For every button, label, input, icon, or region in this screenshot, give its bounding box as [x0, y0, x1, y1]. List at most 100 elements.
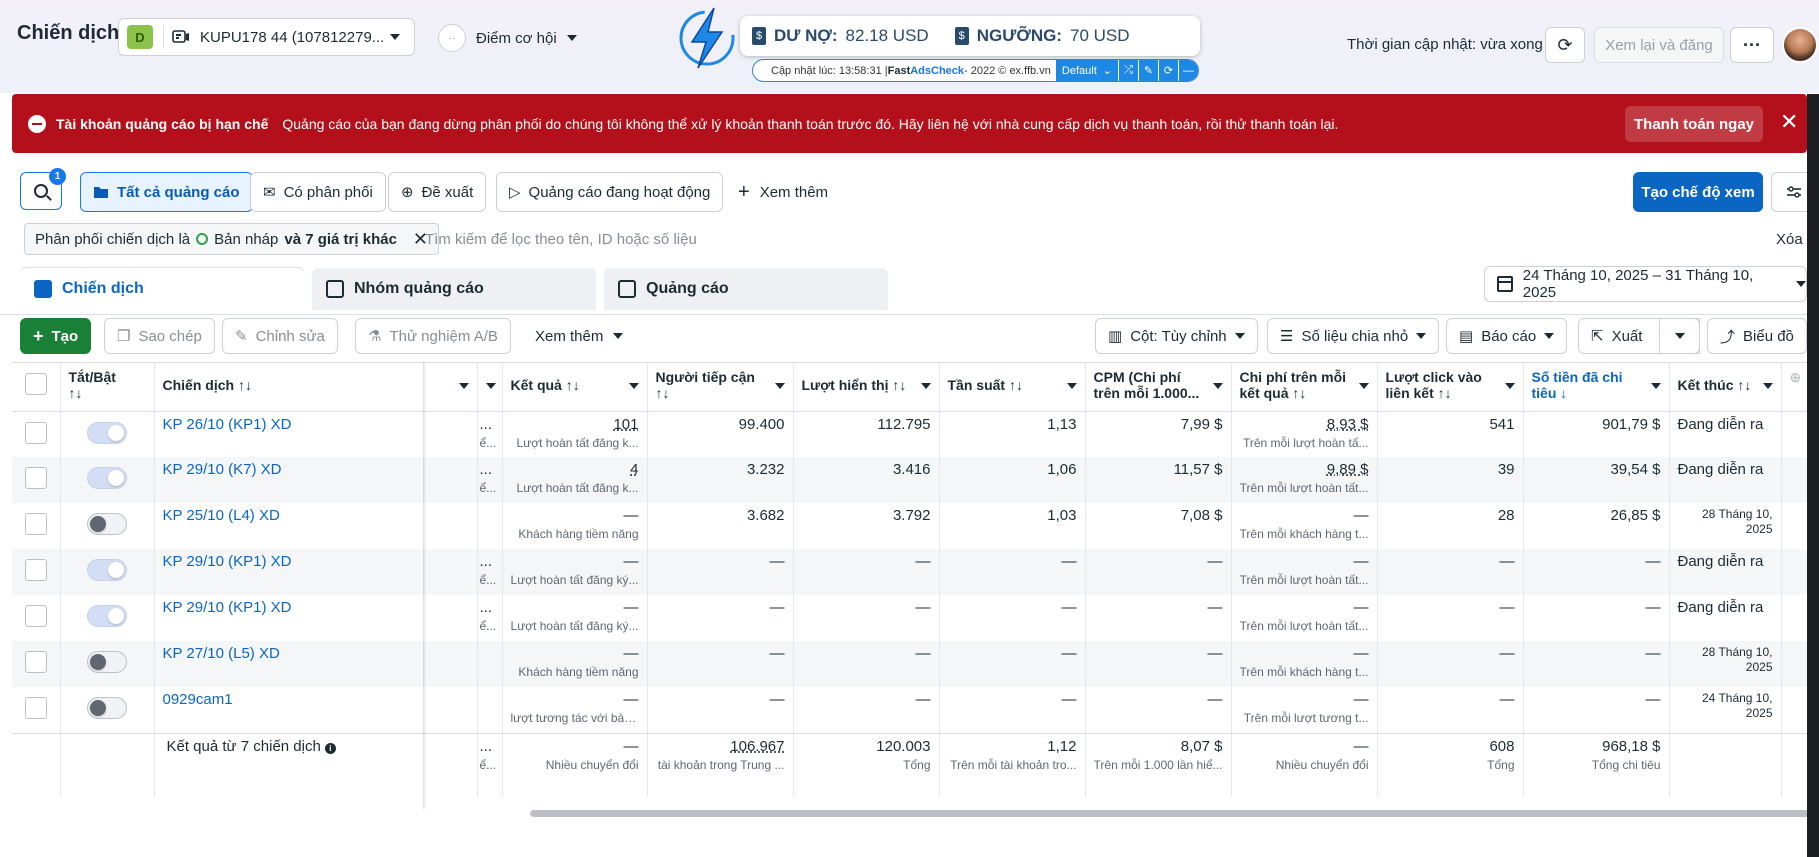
review-publish-button[interactable]: Xem lại và đăng: [1594, 27, 1724, 63]
campaign-name-link[interactable]: KP 29/10 (K7) XD: [163, 461, 282, 478]
campaign-toggle[interactable]: [87, 605, 127, 627]
clear-filters-link[interactable]: Xóa: [1776, 231, 1803, 248]
tab-suggested[interactable]: ⊕ Đề xuất: [388, 172, 487, 212]
chart-button[interactable]: ⤴ Biểu đồ: [1707, 318, 1807, 354]
results-cell: — Lượt hoàn tất đăng ký...: [502, 595, 648, 641]
campaign-name-link[interactable]: KP 25/10 (L4) XD: [163, 507, 280, 524]
campaign-name-link[interactable]: KP 26/10 (KP1) XD: [163, 416, 292, 433]
campaign-name-link[interactable]: KP 29/10 (KP1) XD: [163, 599, 292, 616]
ends-cell: Đang diễn ra: [1669, 411, 1782, 457]
adscheck-status-strip: Cập nhật lúc: 13:58:31 | Fast AdsCheck -…: [752, 59, 1199, 82]
totals-reach-cell: 106.967 tài khoản trong Trung ...: [647, 732, 794, 797]
table-row[interactable]: KP 26/10 (KP1) XD... ể... 101 Lượt hoàn tất…: [12, 411, 1807, 457]
cost-per-result-value: —: [1353, 645, 1369, 662]
tab-ads[interactable]: Quảng cáo: [604, 268, 888, 310]
info-icon[interactable]: i: [324, 742, 336, 754]
cost-per-result-value: —: [1353, 691, 1369, 708]
table-row[interactable]: 0929cam1— lượt tương tác với bài ... — — — — —…: [12, 687, 1807, 733]
table-row[interactable]: KP 29/10 (KP1) XD... ể... — Lượt hoàn tất đ…: [12, 595, 1807, 641]
edit-button[interactable]: ✎ Chỉnh sửa: [222, 318, 338, 354]
close-icon[interactable]: ✕: [1780, 110, 1798, 134]
breakdown-button[interactable]: ☰ Số liệu chia nhỏ: [1267, 318, 1440, 354]
ends-cell: Đang diễn ra: [1669, 457, 1782, 503]
results-sub: Lượt hoàn tất đăng k...: [516, 481, 639, 495]
row-checkbox[interactable]: [24, 605, 47, 627]
amount-spent-cell: 901,79 $: [1523, 411, 1670, 457]
campaign-toggle[interactable]: [87, 697, 127, 719]
row-select-cell: [12, 687, 61, 733]
shuffle-icon[interactable]: ⤮: [1118, 60, 1138, 81]
column-header-cost-per-result[interactable]: Chi phí trên mỗi kết quả ↑↓: [1231, 363, 1378, 412]
tab-all-ads[interactable]: Tất cả quảng cáo: [80, 172, 253, 212]
date-range-picker[interactable]: 24 Tháng 10, 2025 – 31 Tháng 10, 2025: [1484, 266, 1807, 302]
profile-select[interactable]: Default ⌄: [1055, 60, 1118, 81]
column-header-amount-spent[interactable]: Số tiền đã chi tiêu ↓: [1523, 363, 1670, 412]
create-label: Tạo: [51, 327, 79, 345]
opportunity-score[interactable]: ·· Điểm cơ hội: [438, 24, 577, 52]
campaign-toggle[interactable]: [87, 421, 127, 444]
select-all-checkbox[interactable]: [24, 373, 47, 395]
column-header-frequency[interactable]: Tần suất ↑↓: [939, 363, 1086, 412]
column-header-ends[interactable]: Kết thúc ↑↓: [1669, 363, 1782, 412]
delivery-value: ...: [479, 553, 493, 570]
refresh-button[interactable]: ⟳: [1545, 27, 1585, 63]
table-row[interactable]: KP 27/10 (L5) XD — Khách hàng tiềm năng — — —…: [12, 641, 1807, 687]
row-checkbox[interactable]: [24, 467, 47, 489]
column-header-link-clicks[interactable]: Lượt click vào liên kết ↑↓: [1377, 363, 1524, 412]
campaign-toggle[interactable]: [87, 467, 127, 489]
duplicate-button[interactable]: ❐ Sao chép: [104, 318, 215, 354]
column-header-impressions[interactable]: Lượt hiển thị ↑↓: [793, 363, 940, 412]
sync-icon[interactable]: ⟳: [1158, 60, 1178, 81]
tab-active-ads[interactable]: ▷ Quảng cáo đang hoạt động: [496, 172, 724, 212]
column-header-cpm[interactable]: CPM (Chi phí trên mỗi 1.000...: [1085, 363, 1232, 412]
row-checkbox[interactable]: [24, 697, 47, 719]
column-header-results[interactable]: Kết quả ↑↓: [502, 363, 648, 412]
more-options-button[interactable]: ···: [1730, 27, 1774, 63]
create-button[interactable]: + Tạo: [20, 318, 92, 354]
avatar[interactable]: [1782, 27, 1818, 63]
campaign-name-link[interactable]: KP 27/10 (L5) XD: [163, 645, 280, 662]
campaign-toggle[interactable]: [87, 559, 127, 581]
columns-button[interactable]: ▥ Cột: Tùy chỉnh: [1095, 318, 1258, 354]
campaign-toggle[interactable]: [87, 513, 127, 535]
ab-test-button[interactable]: ⚗ Thử nghiệm A/B: [355, 318, 511, 354]
column-header-campaign[interactable]: Chiến dịch ↑↓: [154, 363, 478, 412]
row-checkbox[interactable]: [24, 651, 47, 673]
frequency-cell: —: [939, 549, 1086, 595]
tab-campaigns[interactable]: Chiến dịch: [20, 268, 304, 310]
row-checkbox[interactable]: [24, 559, 47, 581]
row-checkbox[interactable]: [24, 513, 47, 535]
totals-cpr-sub: Nhiều chuyển đổi: [1275, 757, 1369, 772]
edit-icon[interactable]: ✎: [1138, 60, 1158, 81]
export-dropdown-button[interactable]: [1659, 318, 1700, 354]
tab-ad-sets[interactable]: Nhóm quảng cáo: [312, 268, 596, 310]
more-actions[interactable]: Xem thêm: [535, 318, 624, 354]
minimize-icon[interactable]: —: [1178, 60, 1198, 81]
cpm-cell: 7,08 $: [1085, 503, 1232, 549]
horizontal-scrollbar[interactable]: [530, 810, 1809, 817]
totals-cpr: —: [1353, 737, 1369, 755]
table-row[interactable]: KP 25/10 (L4) XD — Khách hàng tiềm năng 3.6…: [12, 503, 1807, 549]
cpm-cell: 11,57 $: [1085, 457, 1232, 503]
see-more-views[interactable]: + Xem thêm: [738, 172, 828, 212]
table-row[interactable]: KP 29/10 (K7) XD... ể... 4 Lượt hoàn tất đă…: [12, 457, 1807, 503]
search-input[interactable]: Tìm kiếm để lọc theo tên, ID hoặc số liệ…: [425, 231, 697, 248]
tab-delivering[interactable]: ✉ Có phân phối: [250, 172, 386, 212]
totals-clicks: 608: [1489, 737, 1515, 755]
column-header-add[interactable]: ⊕: [1781, 363, 1807, 412]
reports-button[interactable]: ▤ Báo cáo: [1446, 318, 1568, 354]
delivery-filter-chip[interactable]: Phân phối chiến dịch là Bản nháp và 7 gi…: [24, 223, 440, 255]
campaign-name-link[interactable]: 0929cam1: [163, 691, 233, 708]
campaign-toggle[interactable]: [87, 651, 127, 673]
create-view-button[interactable]: Tạo chế độ xem: [1633, 172, 1763, 212]
account-selector[interactable]: D KUPU178 44 (107812279...: [118, 18, 415, 56]
column-header-delivery[interactable]: [477, 363, 503, 412]
pay-now-button[interactable]: Thanh toán ngay: [1625, 106, 1763, 142]
campaign-name-link[interactable]: KP 29/10 (KP1) XD: [163, 553, 292, 570]
column-header-toggle[interactable]: Tắt/Bật ↑↓: [60, 363, 155, 412]
reports-label: Báo cáo: [1481, 327, 1537, 345]
table-row[interactable]: KP 29/10 (KP1) XD... ể... — Lượt hoàn tất đ…: [12, 549, 1807, 595]
row-checkbox[interactable]: [24, 421, 47, 444]
column-header-reach[interactable]: Người tiếp cận ↑↓: [647, 363, 794, 412]
filter-count-badge: 1: [49, 168, 66, 185]
